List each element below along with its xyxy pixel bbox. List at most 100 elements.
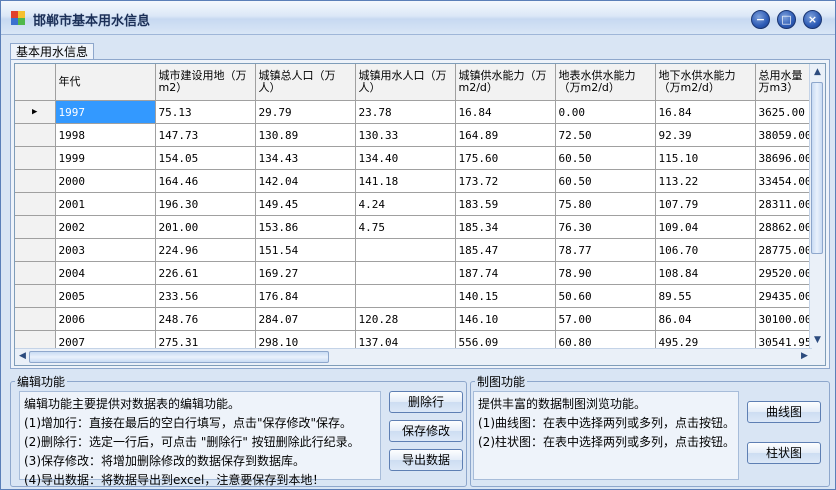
table-cell[interactable]: 185.47 [455, 238, 556, 262]
table-row[interactable]: 2004 226.61 169.27 187.74 78.90 108.84 29520.0… [15, 261, 816, 285]
horizontal-scrollbar[interactable]: ◀ ▶ [15, 348, 812, 365]
table-cell[interactable]: 120.28 [355, 307, 456, 331]
table-cell[interactable]: 2002 [55, 215, 156, 239]
table-cell[interactable]: 2001 [55, 192, 156, 216]
table-cell[interactable]: 16.84 [455, 100, 556, 124]
scroll-left-icon[interactable]: ◀ [16, 350, 29, 363]
title-bar[interactable]: 邯郸市基本用水信息 − □ × [1, 1, 835, 35]
row-header[interactable] [15, 169, 56, 193]
table-cell[interactable]: 78.90 [555, 261, 656, 285]
row-header[interactable] [15, 238, 56, 262]
table-cell[interactable]: 134.40 [355, 146, 456, 170]
row-header[interactable] [15, 146, 56, 170]
minimize-button[interactable]: − [751, 10, 770, 29]
table-cell[interactable] [355, 261, 456, 285]
table-cell[interactable]: 38696.00 [755, 146, 816, 170]
row-header[interactable] [15, 123, 56, 147]
column-header[interactable]: 年代 [55, 64, 156, 101]
row-header[interactable] [15, 192, 56, 216]
table-cell[interactable]: 33454.00 [755, 169, 816, 193]
table-cell[interactable]: 284.07 [255, 307, 356, 331]
table-cell[interactable]: 72.50 [555, 123, 656, 147]
table-cell[interactable]: 76.30 [555, 215, 656, 239]
table-cell[interactable]: 2005 [55, 284, 156, 308]
column-header[interactable]: 地下水供水能力（万m2/d） [655, 64, 756, 101]
scroll-up-icon[interactable]: ▲ [811, 66, 824, 79]
table-cell[interactable]: 0.00 [555, 100, 656, 124]
table-row[interactable]: 1998 147.73 130.89 130.33 164.89 72.50 92.39 38… [15, 123, 816, 147]
line-chart-button[interactable]: 曲线图 [747, 401, 821, 423]
table-cell[interactable]: 134.43 [255, 146, 356, 170]
table-cell[interactable]: 201.00 [155, 215, 256, 239]
table-cell[interactable]: 130.33 [355, 123, 456, 147]
table-cell[interactable]: 151.54 [255, 238, 356, 262]
table-row[interactable]: 2005 233.56 176.84 140.15 50.60 89.55 29435.00 [15, 284, 816, 308]
table-cell[interactable]: 233.56 [155, 284, 256, 308]
table-cell[interactable]: 169.27 [255, 261, 356, 285]
table-cell[interactable]: 16.84 [655, 100, 756, 124]
table-cell[interactable]: 140.15 [455, 284, 556, 308]
table-cell[interactable]: 106.70 [655, 238, 756, 262]
table-cell[interactable]: 4.24 [355, 192, 456, 216]
close-button[interactable]: × [803, 10, 822, 29]
tab-basic-water-info[interactable]: 基本用水信息 [10, 43, 95, 60]
table-row[interactable]: 2000 164.46 142.04 141.18 173.72 60.50 113.22 3… [15, 169, 816, 193]
table-cell[interactable]: 226.61 [155, 261, 256, 285]
table-row[interactable]: 2003 224.96 151.54 185.47 78.77 106.70 28775.0… [15, 238, 816, 262]
column-header[interactable]: 城镇总人口（万人） [255, 64, 356, 101]
table-cell[interactable]: 147.73 [155, 123, 256, 147]
delete-row-button[interactable]: 删除行 [389, 391, 463, 413]
table-cell[interactable]: 38059.00 [755, 123, 816, 147]
table-cell[interactable]: 187.74 [455, 261, 556, 285]
table-cell[interactable]: 60.50 [555, 146, 656, 170]
table-cell[interactable]: 113.22 [655, 169, 756, 193]
table-cell[interactable]: 185.34 [455, 215, 556, 239]
table-cell[interactable]: 28311.00 [755, 192, 816, 216]
scroll-down-icon[interactable]: ▼ [811, 334, 824, 347]
table-cell[interactable]: 115.10 [655, 146, 756, 170]
column-header[interactable]: 城镇用水人口（万人） [355, 64, 456, 101]
table-cell[interactable]: 89.55 [655, 284, 756, 308]
table-cell[interactable]: 142.04 [255, 169, 356, 193]
table-cell[interactable]: 2003 [55, 238, 156, 262]
table-cell[interactable]: 50.60 [555, 284, 656, 308]
table-cell[interactable]: 1997 [55, 100, 156, 124]
table-cell[interactable]: 86.04 [655, 307, 756, 331]
table-cell[interactable]: 183.59 [455, 192, 556, 216]
table-cell[interactable]: 1998 [55, 123, 156, 147]
table-cell[interactable]: 141.18 [355, 169, 456, 193]
table-cell[interactable]: 146.10 [455, 307, 556, 331]
table-cell[interactable]: 78.77 [555, 238, 656, 262]
table-cell[interactable]: 107.79 [655, 192, 756, 216]
table-cell[interactable]: 57.00 [555, 307, 656, 331]
table-cell[interactable]: 1999 [55, 146, 156, 170]
row-header-corner[interactable] [15, 64, 56, 101]
table-cell[interactable]: 23.78 [355, 100, 456, 124]
table-cell[interactable]: 130.89 [255, 123, 356, 147]
table-cell[interactable]: 154.05 [155, 146, 256, 170]
table-cell[interactable]: 149.45 [255, 192, 356, 216]
table-cell[interactable]: 2004 [55, 261, 156, 285]
row-header[interactable]: ▶ [15, 100, 56, 124]
table-cell[interactable]: 224.96 [155, 238, 256, 262]
table-cell[interactable]: 29520.00 [755, 261, 816, 285]
table-cell[interactable]: 176.84 [255, 284, 356, 308]
table-cell[interactable]: 2000 [55, 169, 156, 193]
table-cell[interactable]: 75.80 [555, 192, 656, 216]
table-cell[interactable] [355, 284, 456, 308]
table-cell[interactable]: 175.60 [455, 146, 556, 170]
table-cell[interactable] [355, 238, 456, 262]
table-row[interactable]: 1999 154.05 134.43 134.40 175.60 60.50 115.10 3… [15, 146, 816, 170]
table-cell[interactable]: 3625.00 [755, 100, 816, 124]
vertical-scrollbar[interactable]: ▲ ▼ [809, 64, 825, 349]
horizontal-scroll-thumb[interactable] [29, 351, 329, 363]
table-cell[interactable]: 60.50 [555, 169, 656, 193]
table-cell[interactable]: 153.86 [255, 215, 356, 239]
table-cell[interactable]: 164.46 [155, 169, 256, 193]
row-header[interactable] [15, 284, 56, 308]
table-cell[interactable]: 248.76 [155, 307, 256, 331]
table-row[interactable]: 2006 248.76 284.07 120.28 146.10 57.00 86.04 30… [15, 307, 816, 331]
column-header[interactable]: 城镇供水能力（万m2/d） [455, 64, 556, 101]
column-header[interactable]: 城市建设用地（万m2） [155, 64, 256, 101]
row-header[interactable] [15, 307, 56, 331]
